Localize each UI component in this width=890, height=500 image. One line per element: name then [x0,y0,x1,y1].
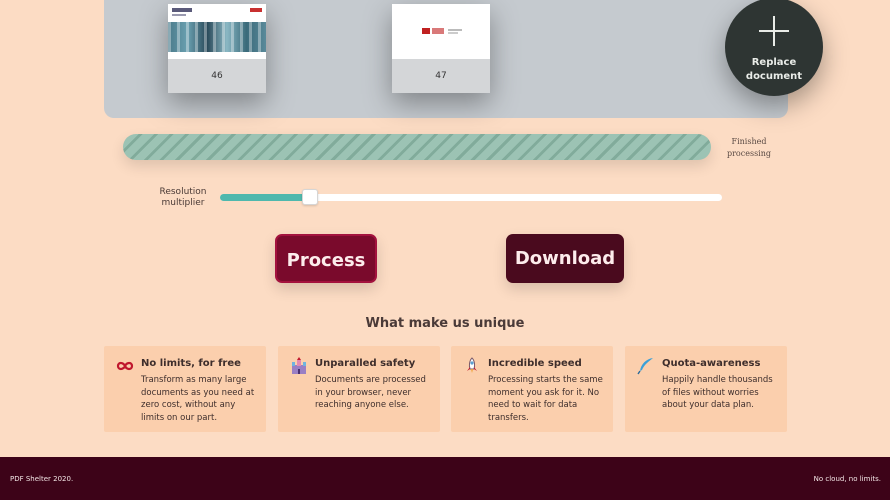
page-number: 46 [211,71,223,81]
download-button[interactable]: Download [506,234,624,283]
page-thumbnail[interactable]: 47 [392,4,490,93]
footer-tagline: No cloud, no limits. [813,475,881,483]
resolution-slider-track[interactable] [220,194,722,201]
page-thumbnail[interactable]: 46 [168,4,266,93]
features-title: What make us unique [365,316,525,331]
feature-description: Transform as many large documents as you… [141,375,255,423]
feature-title: Incredible speed [488,358,582,369]
progress-bar [123,134,711,160]
resolution-slider-handle[interactable] [302,189,319,205]
progress-status: Finished processing [726,137,772,158]
preview-panel: 46 47 Replace document [104,0,823,118]
feature-description: Documents are processed in your browser,… [315,375,426,410]
process-button[interactable]: Process [275,234,377,283]
footer-copyright: PDF Shelter 2020. [10,475,74,483]
footer: PDF Shelter 2020. No cloud, no limits. [0,457,890,500]
feature-title: Unparalled safety [315,358,416,369]
page-number: 47 [435,71,447,81]
page-preview-image [392,4,490,59]
feature-description: Happily handle thousands of files withou… [662,375,773,410]
feature-title: Quota-awareness [662,358,761,369]
page-preview-image [168,4,266,59]
feature-card: No limits, for free Transform as many la… [104,346,266,432]
feature-title: No limits, for free [141,358,241,369]
resolution-slider-fill [220,194,311,201]
replace-document-label: Replace document [745,57,803,82]
feather-icon [637,358,653,375]
replace-document-button[interactable]: Replace document [725,0,823,96]
progress-fill [123,134,711,160]
plus-icon [759,16,789,46]
rocket-icon [467,357,477,373]
feature-description: Processing starts the same moment you as… [488,375,603,423]
resolution-multiplier-label: Resolution multiplier [159,187,207,208]
castle-icon [292,357,306,374]
feature-card: Quota-awareness Happily handle thousands… [625,346,787,432]
infinity-icon [116,361,134,371]
feature-card: Unparalled safety Documents are processe… [278,346,440,432]
feature-card: Incredible speed Processing starts the s… [451,346,613,432]
